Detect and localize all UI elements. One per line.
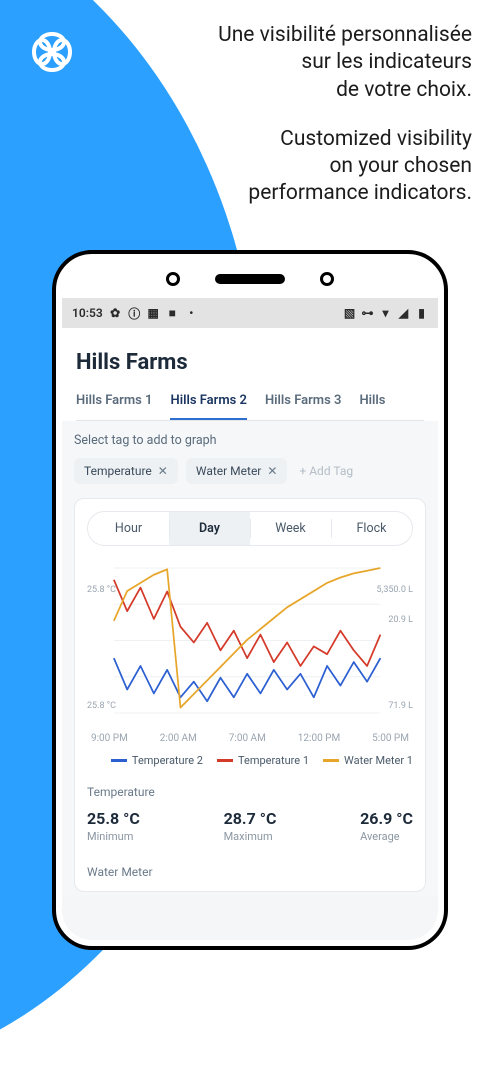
farm-tabs: Hills Farms 1 Hills Farms 2 Hills Farms …	[76, 393, 424, 421]
time-range-selector: Hour Day Week Flock	[87, 511, 413, 546]
y-label-right-top: 5,350.0 L	[376, 585, 413, 595]
gear-icon: ✿	[109, 307, 122, 320]
y-label-left-top: 25.8 °C	[87, 585, 116, 595]
phone-frame: 10:53 ✿ ⓘ ▦ ■ • ▧ ⊶ ▾ ◢ ▮ Hills Farms	[52, 250, 448, 950]
y-label-right-bottom: 71.9 L	[388, 701, 413, 711]
camera-icon	[320, 272, 334, 286]
dot-icon: •	[185, 307, 198, 320]
add-tag-button[interactable]: + Add Tag	[295, 458, 357, 484]
status-time: 10:53	[72, 306, 103, 320]
chart[interactable]: 25.8 °C 25.8 °C 5,350.0 L 20.9 L 71.9 L	[87, 560, 413, 729]
tab-farm-3[interactable]: Hills Farms 3	[265, 393, 341, 420]
y-label-left-bottom: 25.8 °C	[87, 701, 116, 711]
swatch-icon	[323, 759, 339, 762]
chart-legend: Temperature 2 Temperature 1 Water Meter …	[87, 754, 413, 767]
legend-item: Water Meter 1	[323, 754, 413, 767]
legend-item: Temperature 1	[217, 754, 309, 767]
stat-value: 26.9 °C	[360, 809, 413, 828]
chip-label: Water Meter	[196, 464, 262, 478]
info-icon: ⓘ	[128, 307, 141, 320]
tab-farm-2[interactable]: Hills Farms 2	[170, 393, 246, 420]
speaker-icon	[215, 274, 285, 284]
range-week[interactable]: Week	[250, 512, 331, 545]
phone-notch	[56, 260, 444, 298]
signal-icon: ◢	[397, 307, 410, 320]
range-hour[interactable]: Hour	[88, 512, 169, 545]
headline-en-3: performance indicators.	[112, 180, 472, 207]
status-bar: 10:53 ✿ ⓘ ▦ ■ • ▧ ⊶ ▾ ◢ ▮	[62, 298, 438, 328]
stat-value: 28.7 °C	[224, 809, 277, 828]
legend-label: Water Meter 1	[344, 754, 413, 767]
swatch-icon	[111, 759, 127, 762]
legend-label: Temperature 1	[238, 754, 309, 767]
square-icon: ■	[166, 307, 179, 320]
stat-value: 25.8 °C	[87, 809, 140, 828]
stat-avg: 26.9 °C Average	[360, 809, 413, 843]
key-icon: ⊶	[361, 307, 374, 320]
headline-fr-2: sur les indicateurs	[112, 49, 472, 76]
tag-chip-temperature[interactable]: Temperature ✕	[74, 458, 178, 484]
tab-farm-1[interactable]: Hills Farms 1	[76, 393, 152, 420]
headline-fr-3: de votre choix.	[112, 77, 472, 104]
battery-icon: ▮	[415, 307, 428, 320]
legend-label: Temperature 2	[132, 754, 203, 767]
water-stats-title: Water Meter	[87, 865, 413, 879]
stat-label: Minimum	[87, 830, 140, 843]
tag-chip-water-meter[interactable]: Water Meter ✕	[186, 458, 288, 484]
close-icon[interactable]: ✕	[267, 464, 277, 478]
stat-label: Maximum	[224, 830, 277, 843]
tag-prompt: Select tag to add to graph	[74, 433, 426, 448]
range-flock[interactable]: Flock	[331, 512, 412, 545]
headline-en-1: Customized visibility	[112, 126, 472, 153]
x-axis-labels: 9:00 PM 2:00 AM 7:00 AM 12:00 PM 5:00 PM	[87, 733, 413, 744]
brand-logo	[22, 22, 82, 82]
stat-max: 28.7 °C Maximum	[224, 809, 277, 843]
stat-label: Average	[360, 830, 413, 843]
legend-item: Temperature 2	[111, 754, 203, 767]
y-label-right-mid: 20.9 L	[388, 615, 413, 625]
marketing-headline: Une visibilité personnalisée sur les ind…	[112, 22, 472, 208]
x-tick: 5:00 PM	[372, 733, 409, 744]
tab-farm-4[interactable]: Hills	[359, 393, 385, 420]
x-tick: 2:00 AM	[160, 733, 197, 744]
stats-title: Temperature	[87, 785, 413, 799]
stat-min: 25.8 °C Minimum	[87, 809, 140, 843]
range-day[interactable]: Day	[169, 512, 250, 545]
close-icon[interactable]: ✕	[158, 464, 168, 478]
camera-icon	[166, 272, 180, 286]
chip-label: Temperature	[84, 464, 152, 478]
x-tick: 7:00 AM	[229, 733, 266, 744]
grid-icon: ▦	[147, 307, 160, 320]
x-tick: 9:00 PM	[91, 733, 128, 744]
cast-icon: ▧	[343, 307, 356, 320]
x-tick: 12:00 PM	[298, 733, 340, 744]
swatch-icon	[217, 759, 233, 762]
headline-en-2: on your chosen	[112, 153, 472, 180]
headline-fr-1: Une visibilité personnalisée	[112, 22, 472, 49]
wifi-icon: ▾	[379, 307, 392, 320]
page-title: Hills Farms	[76, 350, 424, 375]
